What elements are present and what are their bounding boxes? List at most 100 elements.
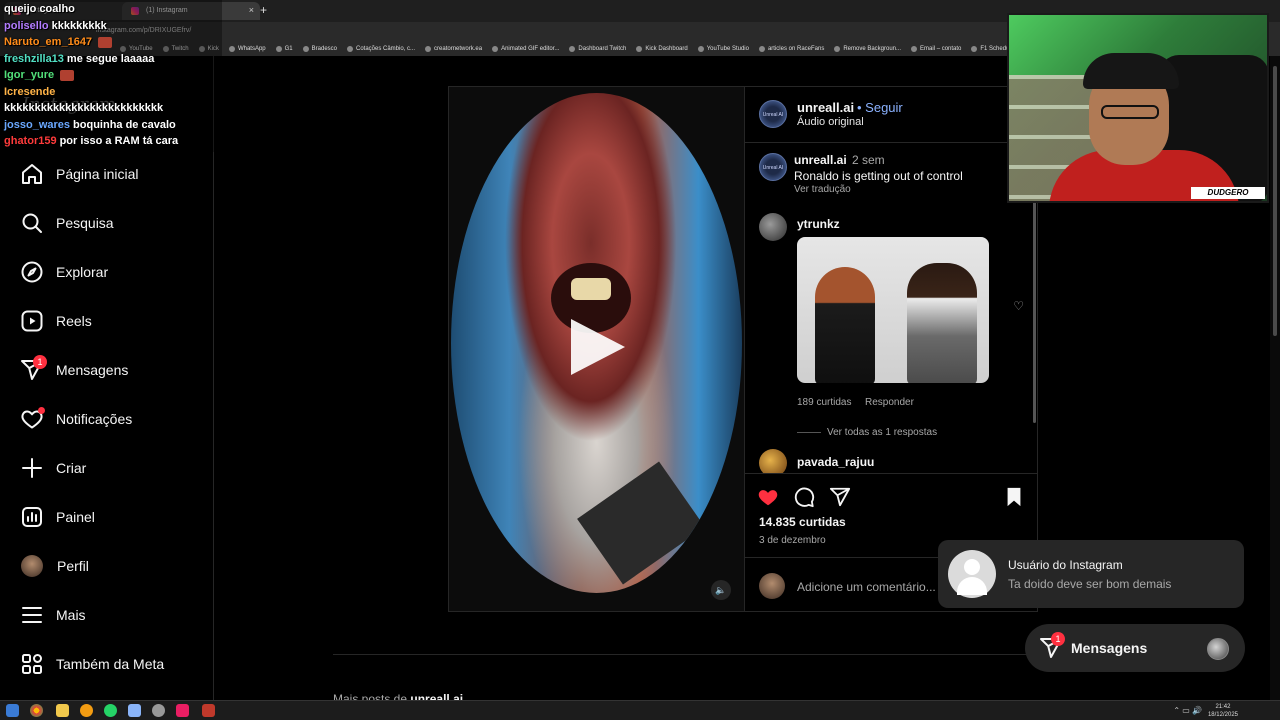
likes-count[interactable]: 14.835 curtidas bbox=[759, 515, 846, 529]
bookmark-favicon-icon bbox=[347, 46, 353, 52]
audio-link[interactable]: Áudio original bbox=[797, 116, 864, 128]
new-tab-button[interactable]: + bbox=[260, 3, 267, 17]
bookmark-favicon-icon bbox=[302, 46, 309, 52]
chat-message: josso_wares boquinha de cavalo bbox=[4, 119, 176, 131]
bookmark-item[interactable]: YouTube Studio bbox=[697, 46, 749, 52]
comment-likes[interactable]: 189 curtidas bbox=[797, 397, 851, 408]
chat-text: me segue laaaaa bbox=[66, 52, 155, 65]
chat-message: Naruto_em_1647 bbox=[4, 36, 113, 48]
chat-username: freshzilla13 bbox=[4, 52, 64, 65]
sidebar-item-notificacoes[interactable]: Notificações bbox=[0, 394, 214, 443]
bookmark-item[interactable]: articles on RaceFans bbox=[758, 46, 824, 52]
bookmark-item[interactable]: Remove Backgroun... bbox=[834, 46, 901, 52]
sidebar-item-tambem-da-meta[interactable]: Também da Meta bbox=[0, 639, 214, 688]
caption-author[interactable]: unreall.ai bbox=[794, 153, 847, 167]
comment-user[interactable]: pavada_rajuu bbox=[797, 455, 874, 469]
comment-image[interactable] bbox=[797, 237, 989, 383]
sidebar-item-label: Painel bbox=[56, 508, 95, 525]
messages-badge: 1 bbox=[33, 355, 47, 369]
chat-message: Igor_yure bbox=[4, 69, 75, 81]
sidebar-item-mais[interactable]: Mais bbox=[0, 590, 214, 639]
app-icon[interactable] bbox=[202, 704, 215, 717]
bookmark-favicon-icon bbox=[425, 46, 432, 52]
clock[interactable]: 21:42 18/12/2025 bbox=[1208, 703, 1238, 719]
play-icon[interactable] bbox=[571, 319, 625, 375]
close-tab-icon[interactable]: × bbox=[249, 5, 254, 15]
sidebar-item-pesquisa[interactable]: Pesquisa bbox=[0, 198, 214, 247]
webcam-logo: DUDGERO bbox=[1191, 187, 1265, 199]
comments-list: Unreal AI unreall.ai 2 sem Ronaldo is ge… bbox=[745, 143, 1038, 473]
sidebar-item-reels[interactable]: Reels bbox=[0, 296, 214, 345]
bookmark-item[interactable]: Cotações Câmbio, c... bbox=[347, 46, 415, 52]
like-heart-icon[interactable] bbox=[757, 486, 779, 508]
chat-message: Icresende bbox=[4, 86, 58, 98]
sidebar-nav: Página inicial Pesquisa Explorar Reels 1 Mens… bbox=[0, 149, 214, 688]
reply-button[interactable]: Responder bbox=[865, 397, 914, 408]
bookmark-item[interactable]: WhatsApp bbox=[228, 46, 266, 52]
page-scrollbar[interactable] bbox=[1270, 56, 1280, 700]
caption-avatar[interactable]: Unreal AI bbox=[759, 153, 787, 181]
message-notification[interactable]: Usuário do Instagram Ta doido deve ser b… bbox=[938, 540, 1244, 608]
chat-username: josso_wares bbox=[4, 118, 71, 131]
bookmark-item[interactable]: G1 bbox=[275, 46, 293, 52]
reels-icon bbox=[21, 310, 43, 331]
meta-apps-icon bbox=[22, 653, 42, 674]
bookmark-item[interactable]: Kick Dashboard bbox=[636, 46, 688, 52]
chat-text: kkkkkkkkk bbox=[51, 19, 107, 32]
chrome-icon[interactable] bbox=[30, 704, 43, 717]
bookmark-favicon-icon bbox=[275, 46, 282, 52]
sidebar-item-label: Pesquisa bbox=[56, 214, 114, 231]
post-card: 🔈 Unreal AI unreall.ai • Seguir Áudio or… bbox=[448, 86, 1038, 612]
author-avatar[interactable]: Unreal AI bbox=[759, 100, 787, 128]
comment-input[interactable]: Adicione um comentário... bbox=[797, 580, 936, 594]
sidebar-item-label: Perfil bbox=[57, 557, 89, 574]
bookmark-favicon-icon bbox=[569, 46, 576, 52]
author-name[interactable]: unreall.ai bbox=[797, 100, 854, 115]
view-replies-button[interactable]: Ver todas as 1 respostas bbox=[827, 427, 937, 438]
chat-message: freshzilla13 me segue laaaaa bbox=[4, 53, 154, 65]
messages-label: Mensagens bbox=[1071, 640, 1148, 656]
start-icon[interactable] bbox=[6, 704, 19, 717]
whatsapp-icon[interactable] bbox=[104, 704, 117, 717]
chat-message: queijo coalho bbox=[4, 3, 78, 15]
compass-icon bbox=[21, 261, 43, 282]
system-tray[interactable]: ⌃ ▭ 🔊 bbox=[1173, 706, 1202, 715]
chat-text: boquinha de cavalo bbox=[73, 118, 176, 131]
bookmark-item[interactable]: Bradesco bbox=[302, 46, 337, 52]
home-icon bbox=[22, 163, 42, 184]
notification-title: Usuário do Instagram bbox=[1008, 558, 1123, 572]
comment-user[interactable]: ytrunkz bbox=[797, 217, 840, 231]
chat-username: ghator159 bbox=[4, 135, 57, 147]
app-icon[interactable] bbox=[152, 704, 165, 717]
commenter-avatar[interactable] bbox=[759, 213, 787, 241]
comment-like-icon[interactable]: ♡ bbox=[1013, 299, 1024, 313]
comment-icon[interactable] bbox=[793, 486, 815, 508]
chat-username: queijo coalho bbox=[4, 3, 75, 15]
menu-icon bbox=[22, 606, 42, 623]
sidebar-item-perfil[interactable]: Perfil bbox=[0, 541, 214, 590]
volume-icon[interactable]: 🔈 bbox=[711, 580, 731, 600]
post-video[interactable]: 🔈 bbox=[449, 87, 744, 611]
sidebar-item-mensagens[interactable]: 1 Mensagens bbox=[0, 345, 214, 394]
sidebar-item-pagina-inicial[interactable]: Página inicial bbox=[0, 149, 214, 198]
bookmark-item[interactable]: creatornetwork.ea bbox=[425, 46, 482, 52]
app-icon[interactable] bbox=[128, 704, 141, 717]
sidebar-item-painel[interactable]: Painel bbox=[0, 492, 214, 541]
bookmark-item[interactable]: Animated GIF editor... bbox=[492, 46, 559, 52]
bookmark-item[interactable]: Dashboard Twitch bbox=[569, 46, 626, 52]
post-header: Unreal AI unreall.ai • Seguir Áudio orig… bbox=[745, 87, 1038, 143]
app-icon[interactable] bbox=[80, 704, 93, 717]
messages-button[interactable]: 1 Mensagens bbox=[1025, 624, 1245, 672]
bookmark-icon[interactable] bbox=[1003, 486, 1025, 508]
sidebar-item-explorar[interactable]: Explorar bbox=[0, 247, 214, 296]
sidebar-item-criar[interactable]: Criar bbox=[0, 443, 214, 492]
translate-link[interactable]: Ver tradução bbox=[794, 184, 851, 195]
app-icon[interactable] bbox=[176, 704, 189, 717]
follow-button[interactable]: • Seguir bbox=[857, 100, 903, 115]
folder-icon[interactable] bbox=[56, 704, 69, 717]
share-icon[interactable] bbox=[829, 486, 851, 508]
commenter-avatar[interactable] bbox=[759, 449, 787, 473]
chat-message: ghator159 por isso a RAM tá cara bbox=[4, 135, 178, 147]
bookmark-item[interactable]: Email – contato bbox=[911, 46, 961, 52]
sidebar-item-label: Também da Meta bbox=[56, 655, 165, 672]
